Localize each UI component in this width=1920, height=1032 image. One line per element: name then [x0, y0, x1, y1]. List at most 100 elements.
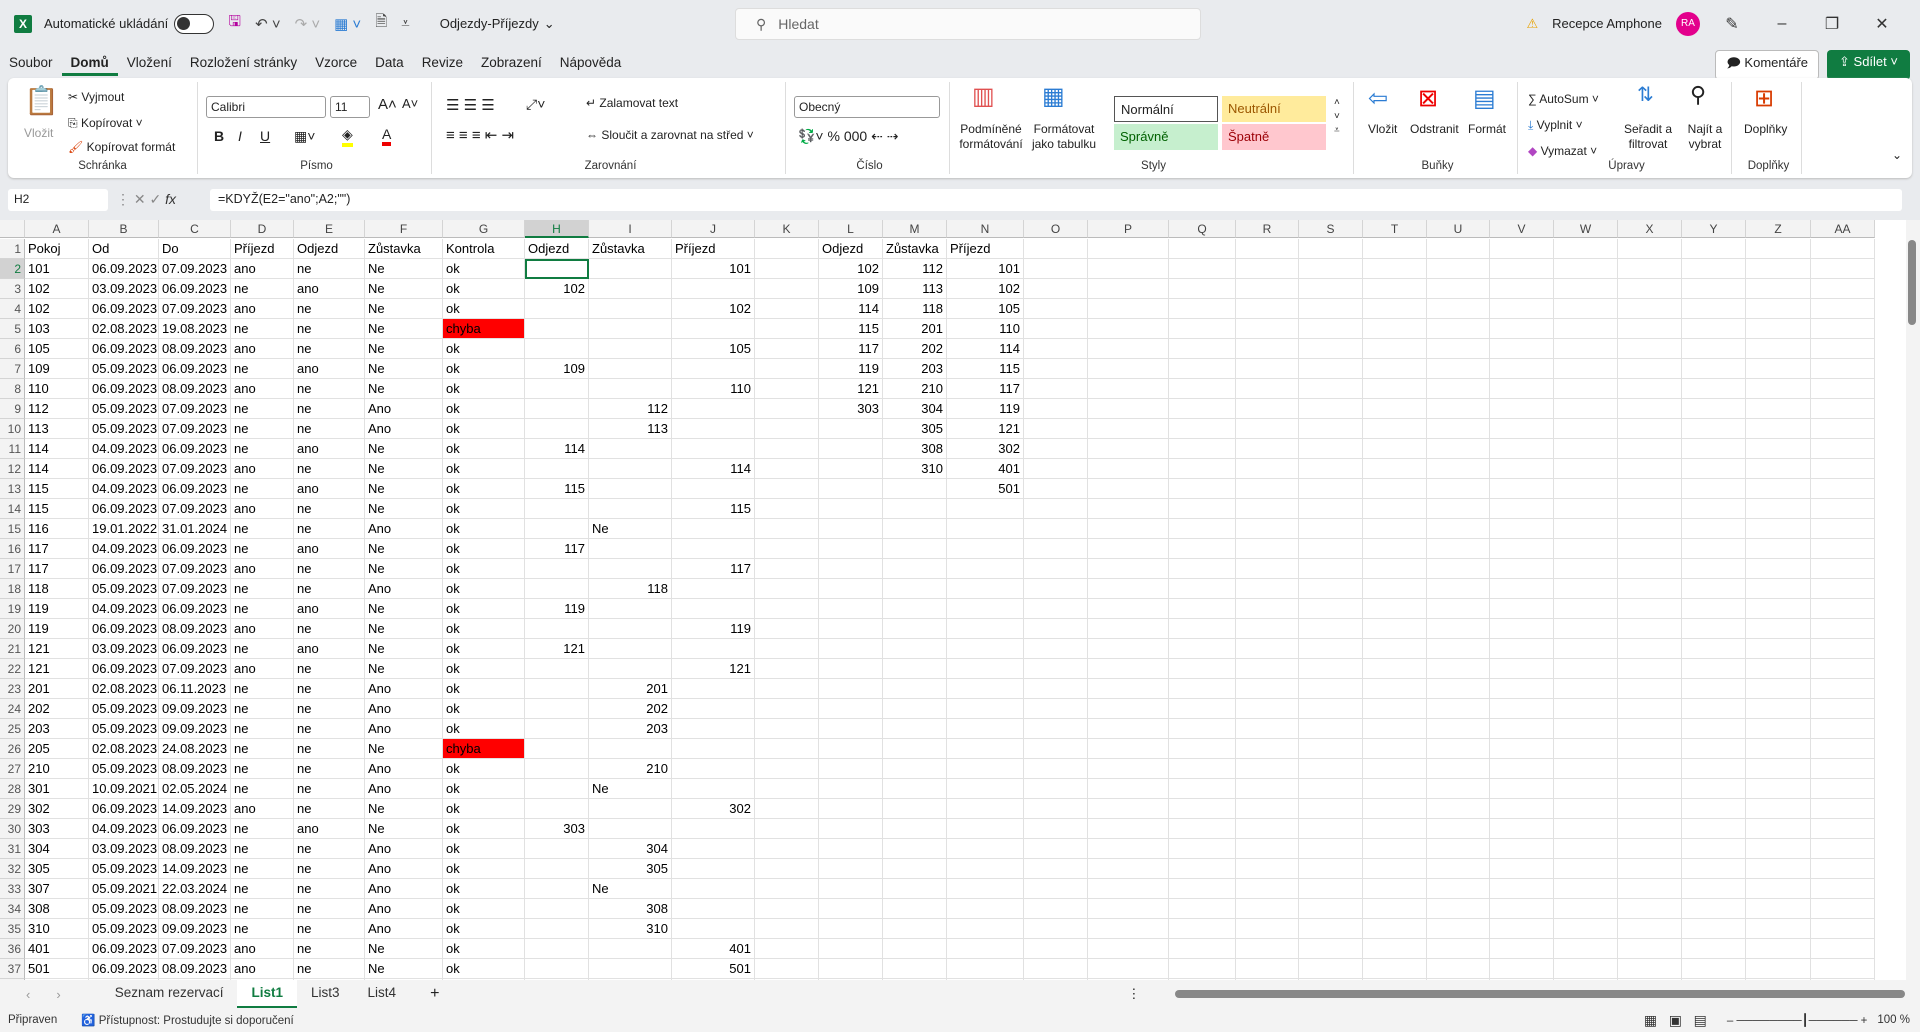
cell-Q35[interactable] [1169, 919, 1236, 939]
cell-V21[interactable] [1490, 639, 1554, 659]
cell-P15[interactable] [1088, 519, 1169, 539]
cell-E28[interactable]: ne [294, 779, 365, 799]
cell-I11[interactable] [589, 439, 672, 459]
addins-button[interactable]: Doplňky [1744, 122, 1787, 136]
cell-Z27[interactable] [1746, 759, 1811, 779]
cell-Z33[interactable] [1746, 879, 1811, 899]
sort-filter-button[interactable]: Seřadit a filtrovat [1620, 122, 1676, 152]
cell-V26[interactable] [1490, 739, 1554, 759]
cell-R19[interactable] [1236, 599, 1299, 619]
cell-T26[interactable] [1363, 739, 1427, 759]
cell-B8[interactable]: 06.09.2023 [89, 379, 159, 399]
cell-V30[interactable] [1490, 819, 1554, 839]
find-icon[interactable]: ⚲ [1690, 82, 1706, 108]
cell-A3[interactable]: 102 [25, 279, 89, 299]
view-buttons[interactable]: ▦ ▣ ▤ [1644, 1012, 1707, 1029]
cell-V31[interactable] [1490, 839, 1554, 859]
cell-H17[interactable] [525, 559, 589, 579]
cell-P9[interactable] [1088, 399, 1169, 419]
number-format-select[interactable]: Obecný [794, 96, 940, 118]
cell-R33[interactable] [1236, 879, 1299, 899]
cell-X16[interactable] [1618, 539, 1682, 559]
cell-N17[interactable] [947, 559, 1024, 579]
cell-I37[interactable] [589, 959, 672, 979]
cell-R9[interactable] [1236, 399, 1299, 419]
cell-B32[interactable]: 05.09.2023 [89, 859, 159, 879]
cell-V9[interactable] [1490, 399, 1554, 419]
cell-C36[interactable]: 07.09.2023 [159, 939, 231, 959]
column-header[interactable]: V [1490, 220, 1554, 238]
cell-L26[interactable] [819, 739, 883, 759]
row-header[interactable]: 37 [0, 959, 25, 979]
cell-K24[interactable] [755, 699, 819, 719]
cell-J10[interactable] [672, 419, 755, 439]
cell-D19[interactable]: ne [231, 599, 294, 619]
cell-K9[interactable] [755, 399, 819, 419]
cell-T35[interactable] [1363, 919, 1427, 939]
cell-U13[interactable] [1427, 479, 1490, 499]
cell-B35[interactable]: 05.09.2023 [89, 919, 159, 939]
cell-C19[interactable]: 06.09.2023 [159, 599, 231, 619]
cell-E3[interactable]: ano [294, 279, 365, 299]
cell-O7[interactable] [1024, 359, 1088, 379]
cell-N25[interactable] [947, 719, 1024, 739]
cell-G21[interactable]: ok [443, 639, 525, 659]
cell-F25[interactable]: Ano [365, 719, 443, 739]
cell-N33[interactable] [947, 879, 1024, 899]
cell-U17[interactable] [1427, 559, 1490, 579]
cell-V14[interactable] [1490, 499, 1554, 519]
cell-Y33[interactable] [1682, 879, 1746, 899]
borders-icon[interactable]: ▦˅ [294, 128, 315, 145]
cell-U26[interactable] [1427, 739, 1490, 759]
table-icon[interactable]: ▦ ˅ [334, 15, 361, 33]
cell-J12[interactable]: 114 [672, 459, 755, 479]
cell-D17[interactable]: ano [231, 559, 294, 579]
cell-J20[interactable]: 119 [672, 619, 755, 639]
row-header[interactable]: 16 [0, 539, 25, 559]
cell-R4[interactable] [1236, 299, 1299, 319]
cell-C24[interactable]: 09.09.2023 [159, 699, 231, 719]
cell-A9[interactable]: 112 [25, 399, 89, 419]
cell-X24[interactable] [1618, 699, 1682, 719]
cell-G14[interactable]: ok [443, 499, 525, 519]
cell-P24[interactable] [1088, 699, 1169, 719]
cell-P5[interactable] [1088, 319, 1169, 339]
cell-Q16[interactable] [1169, 539, 1236, 559]
cell-T15[interactable] [1363, 519, 1427, 539]
cell-M1[interactable]: Zůstavka [883, 239, 947, 259]
cell-A7[interactable]: 109 [25, 359, 89, 379]
cell-F23[interactable]: Ano [365, 679, 443, 699]
cell-F16[interactable]: Ne [365, 539, 443, 559]
close-icon[interactable]: ✕ [1864, 14, 1900, 34]
cell-G20[interactable]: ok [443, 619, 525, 639]
underline-button[interactable]: U [260, 128, 270, 144]
cell-W26[interactable] [1554, 739, 1618, 759]
cell-T31[interactable] [1363, 839, 1427, 859]
cell-Y5[interactable] [1682, 319, 1746, 339]
cell-Z7[interactable] [1746, 359, 1811, 379]
cell-L14[interactable] [819, 499, 883, 519]
cell-M3[interactable]: 113 [883, 279, 947, 299]
cell-A1[interactable]: Pokoj [25, 239, 89, 259]
cell-Y26[interactable] [1682, 739, 1746, 759]
cell-N13[interactable]: 501 [947, 479, 1024, 499]
cell-W22[interactable] [1554, 659, 1618, 679]
cell-F36[interactable]: Ne [365, 939, 443, 959]
cell-K16[interactable] [755, 539, 819, 559]
cell-P30[interactable] [1088, 819, 1169, 839]
row-header[interactable]: 5 [0, 319, 25, 339]
cell-C14[interactable]: 07.09.2023 [159, 499, 231, 519]
cell-E19[interactable]: ano [294, 599, 365, 619]
cell-AA29[interactable] [1811, 799, 1875, 819]
cell-B2[interactable]: 06.09.2023 [89, 259, 159, 279]
insert-cells-button[interactable]: Vložit [1368, 122, 1397, 136]
cell-P12[interactable] [1088, 459, 1169, 479]
cell-L36[interactable] [819, 939, 883, 959]
cell-O13[interactable] [1024, 479, 1088, 499]
cell-Z9[interactable] [1746, 399, 1811, 419]
cell-W10[interactable] [1554, 419, 1618, 439]
cell-A32[interactable]: 305 [25, 859, 89, 879]
cell-M14[interactable] [883, 499, 947, 519]
row-header[interactable]: 3 [0, 279, 25, 299]
cell-W35[interactable] [1554, 919, 1618, 939]
